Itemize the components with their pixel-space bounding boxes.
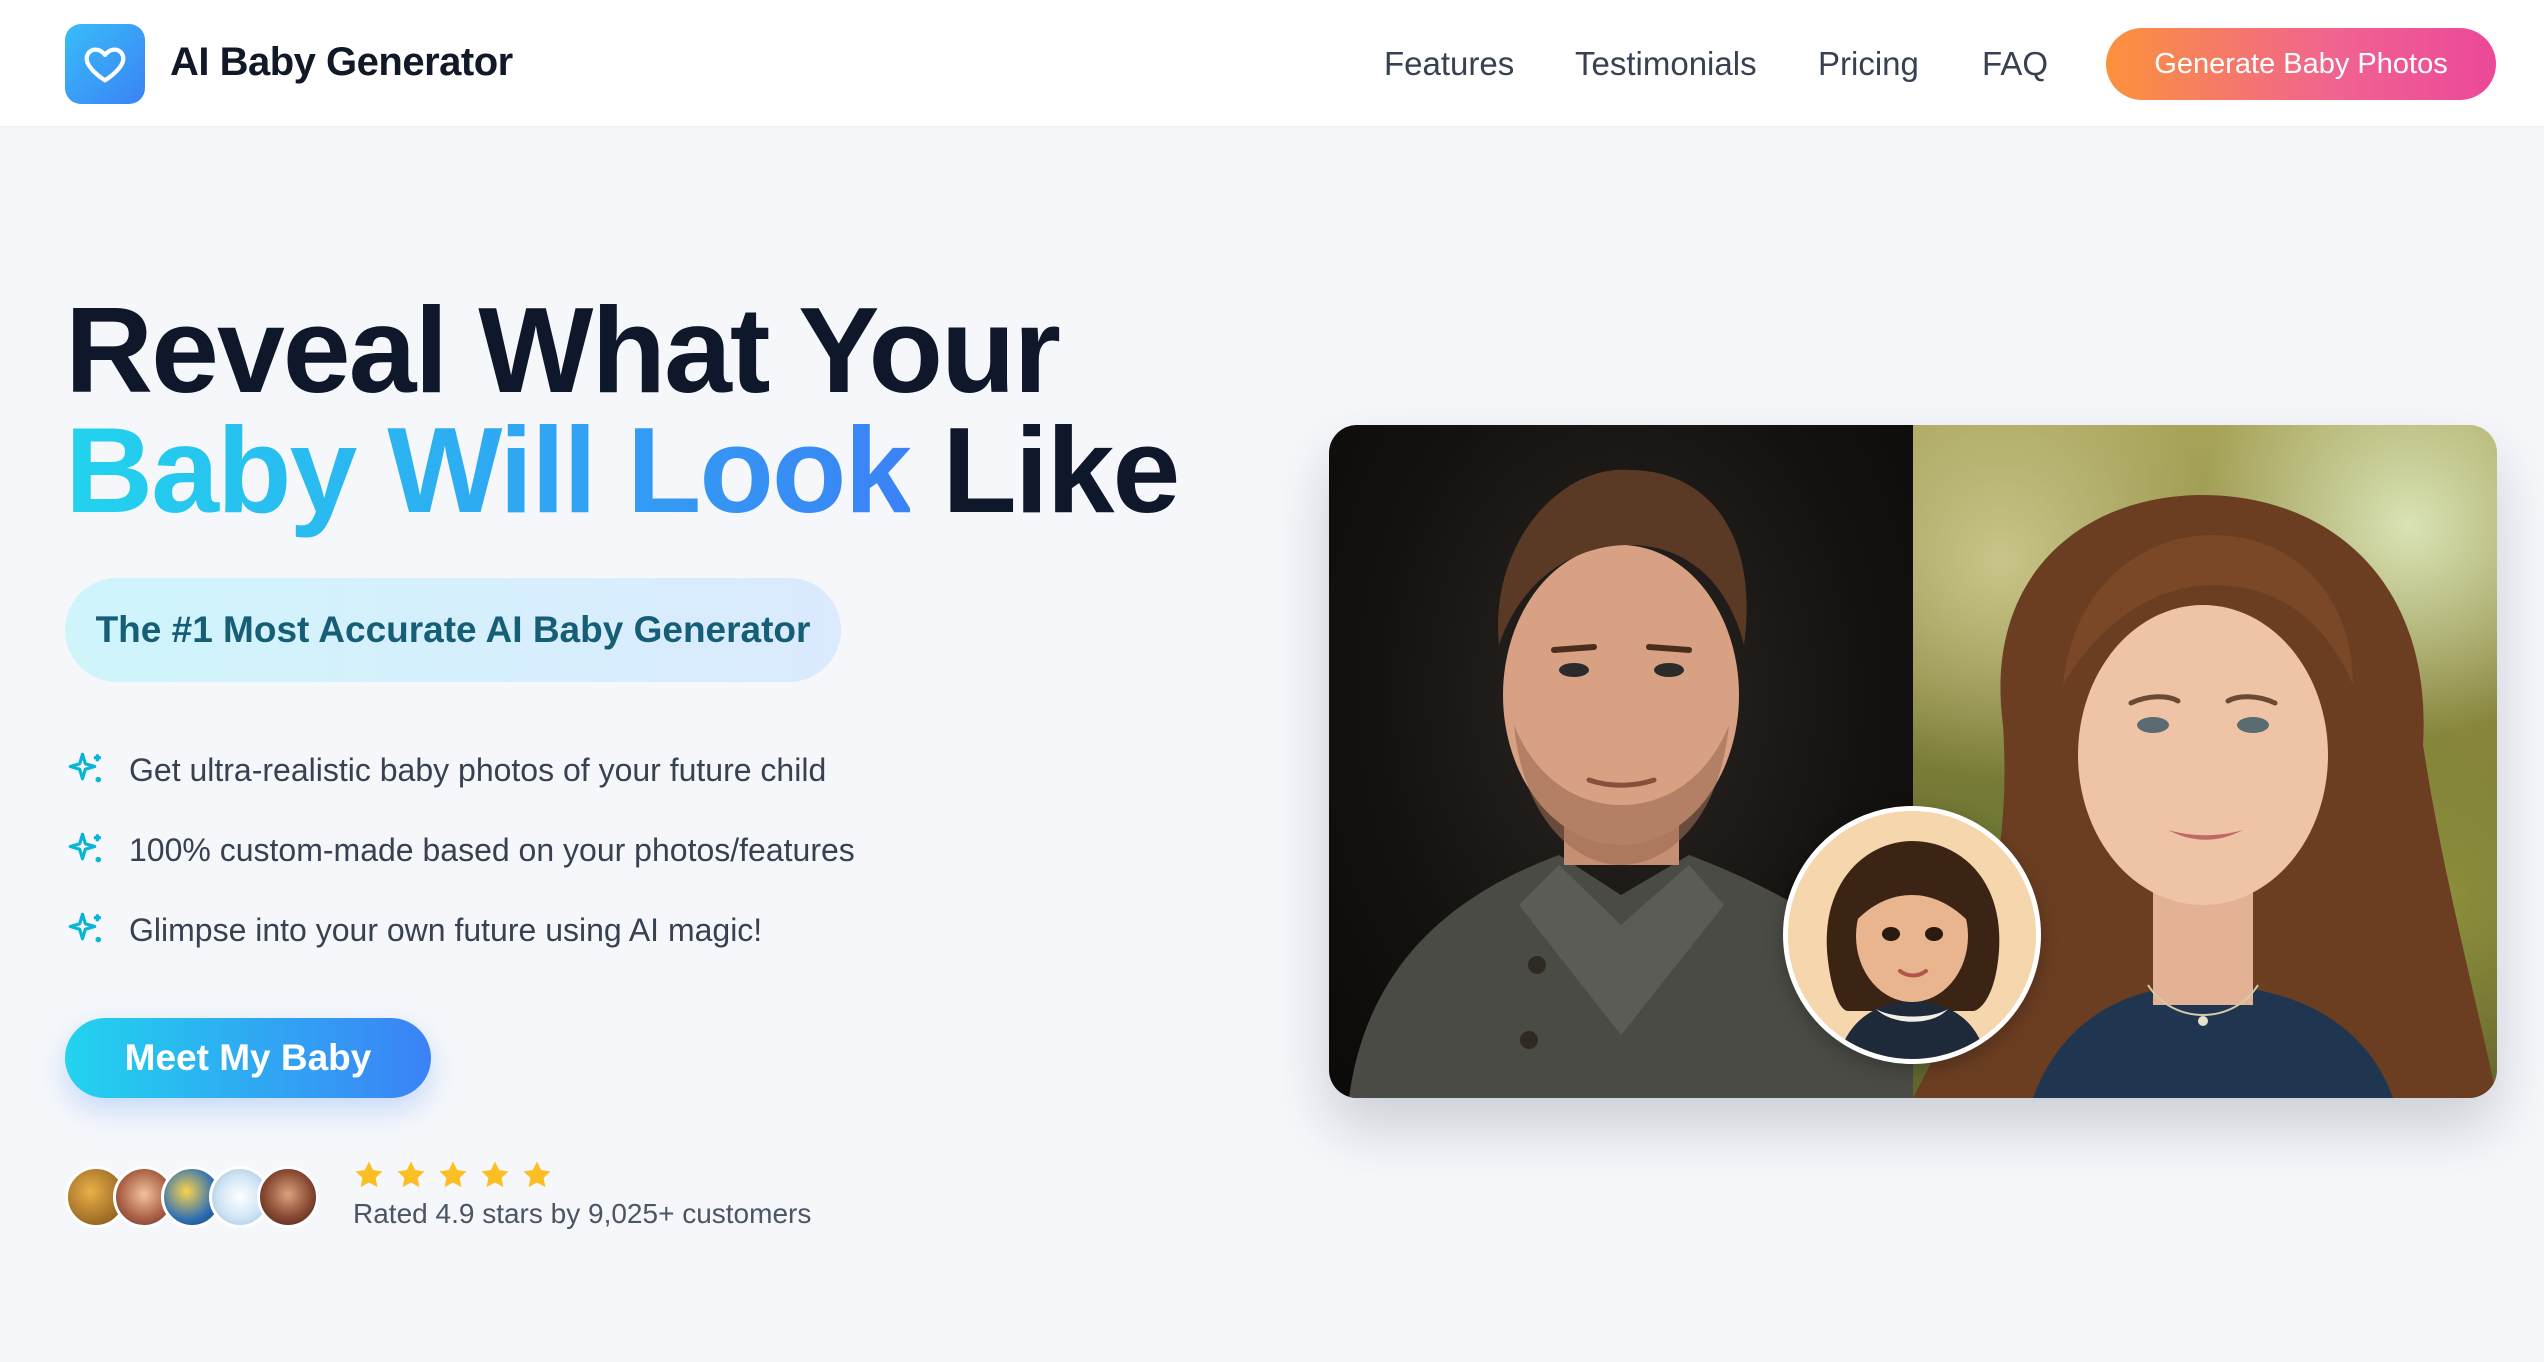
star-icon — [439, 1161, 467, 1188]
feature-item: Get ultra-realistic baby photos of your … — [65, 746, 826, 794]
headline-line2: Baby Will Look Like — [65, 409, 1180, 531]
rating-text: Rated 4.9 stars by 9,025+ customers — [353, 1198, 812, 1229]
star-icon — [523, 1161, 551, 1188]
nav-testimonials[interactable]: Testimonials — [1575, 45, 1757, 83]
star-icon — [355, 1161, 383, 1188]
site-header: AI Baby Generator Features Testimonials … — [0, 0, 2544, 128]
sparkles-icon — [68, 832, 101, 863]
feature-text: 100% custom-made based on your photos/fe… — [129, 831, 855, 868]
nav-pricing[interactable]: Pricing — [1818, 45, 1919, 83]
headline-line1: Reveal What Your — [65, 282, 1061, 418]
meet-my-baby-button[interactable]: Meet My Baby — [65, 1018, 431, 1098]
headline-highlight: Baby Will Look — [65, 402, 912, 538]
brand-name[interactable]: AI Baby Generator — [170, 40, 513, 85]
feature-text: Get ultra-realistic baby photos of your … — [129, 751, 827, 788]
feature-item: Glimpse into your own future using AI ma… — [65, 906, 762, 954]
headline-end: Like — [942, 402, 1180, 538]
baby-preview-photo — [1783, 806, 2041, 1064]
heart-icon — [84, 47, 126, 83]
tagline-pill: The #1 Most Accurate AI Baby Generator — [65, 578, 841, 682]
child-illustration — [1788, 811, 2036, 1059]
feature-text: Glimpse into your own future using AI ma… — [129, 911, 763, 948]
sparkles-icon — [68, 752, 101, 783]
hero-headline: Reveal What Your Baby Will Look Like — [65, 282, 1180, 531]
nav-faq[interactable]: FAQ — [1982, 45, 2048, 83]
feature-item: 100% custom-made based on your photos/fe… — [65, 826, 855, 874]
generate-baby-photos-button[interactable]: Generate Baby Photos — [2106, 28, 2496, 100]
avatar — [257, 1166, 319, 1228]
star-icon — [481, 1161, 509, 1188]
star-icon — [397, 1161, 425, 1188]
star-rating — [352, 1158, 554, 1192]
nav-features[interactable]: Features — [1384, 45, 1514, 83]
sparkles-icon — [68, 912, 101, 943]
logo[interactable] — [65, 24, 145, 104]
